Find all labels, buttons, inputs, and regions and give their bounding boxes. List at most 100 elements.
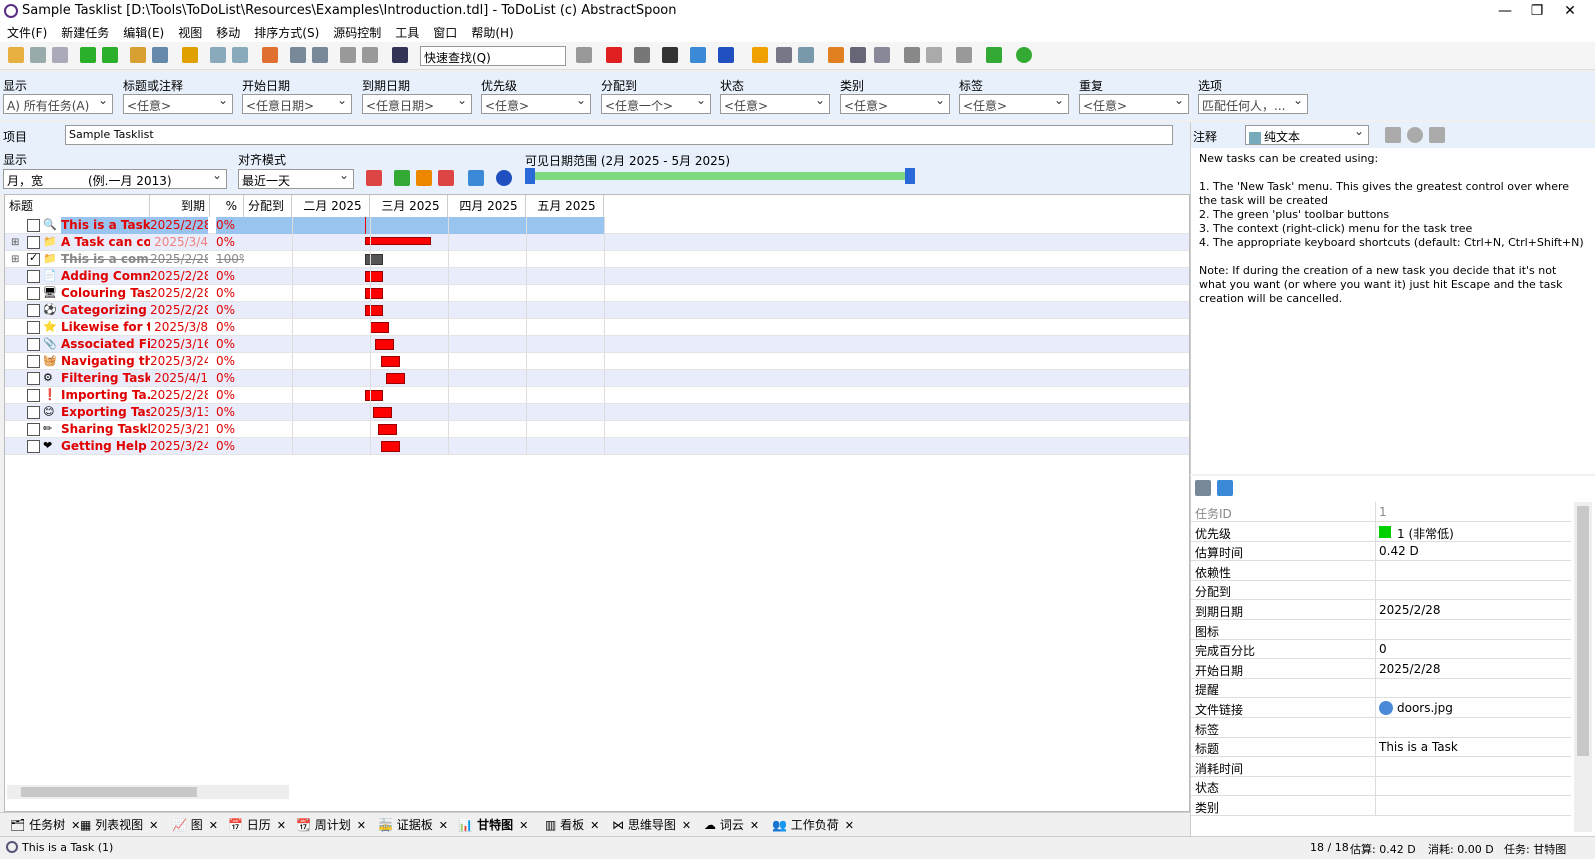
menu-sort[interactable]: 排序方式(S) [247, 22, 326, 43]
lightning-icon[interactable] [926, 47, 942, 63]
menu-move[interactable]: 移动 [209, 22, 247, 43]
restore-button[interactable]: ❐ [1522, 2, 1552, 20]
gantt-help-icon[interactable] [496, 170, 512, 186]
gantt-bar[interactable] [375, 339, 395, 350]
gantt-bar[interactable] [364, 254, 384, 265]
menu-file[interactable]: 文件(F) [0, 22, 54, 43]
globe-icon[interactable] [1016, 47, 1032, 63]
gantt-bar[interactable] [370, 322, 389, 333]
task-checkbox[interactable] [27, 219, 40, 232]
task-row[interactable]: ⊞ ✓📁 This is a com...2025/2/28 100% [5, 251, 1189, 268]
task-row[interactable]: 😊 Exporting Tas...2025/3/13 0% [5, 404, 1189, 421]
back-arrow-icon[interactable] [340, 47, 356, 63]
gantt-bar[interactable] [364, 271, 384, 282]
date-range-start-handle[interactable] [525, 168, 535, 184]
date-range-slider-track[interactable] [530, 172, 910, 180]
find-binoculars-icon[interactable] [392, 47, 408, 63]
fullscreen-icon[interactable] [262, 47, 278, 63]
property-row[interactable]: 状态 [1191, 776, 1571, 797]
task-milestone[interactable] [364, 217, 366, 234]
task-checkbox[interactable]: ✓ [27, 251, 40, 266]
menu-edit[interactable]: 编辑(E) [116, 22, 171, 43]
tab-close-icon[interactable]: ✕ [71, 819, 80, 832]
task-checkbox[interactable] [27, 321, 40, 334]
property-value[interactable]: doors.jpg [1397, 701, 1453, 715]
task-title[interactable]: Categorizing ... [61, 302, 150, 319]
filter-show-select[interactable]: A) 所有任务(A) [3, 94, 113, 114]
gantt-bar[interactable] [372, 407, 392, 418]
filter-recur-select[interactable]: <任意> [1079, 94, 1189, 114]
task-title[interactable]: Filtering Tasks [61, 370, 150, 387]
tab-gantt[interactable]: 📊 甘特图 ✕ [458, 815, 528, 835]
task-title[interactable]: Associated Fil... [61, 336, 150, 353]
filter-alloc-select[interactable]: <任意一个> [601, 94, 711, 114]
task-row[interactable]: 🧺 Navigating th...2025/3/24 0% [5, 353, 1189, 370]
tab-close-icon[interactable]: ✕ [277, 819, 286, 832]
add-dependency-icon[interactable] [394, 170, 410, 186]
save-all-icon[interactable] [52, 47, 68, 63]
filter-options-select[interactable]: 匹配任何人，... [1198, 94, 1308, 114]
task-row[interactable]: ✏ Sharing Taskl...2025/3/21 0% [5, 421, 1189, 438]
delete-icon[interactable] [606, 47, 622, 63]
filter-start-select[interactable]: <任意日期> [242, 94, 352, 114]
flag-icon[interactable] [828, 47, 844, 63]
minimize-button[interactable]: — [1490, 2, 1520, 20]
tab-task-tree[interactable]: 🗂 任务树 ✕ [10, 815, 80, 835]
task-title[interactable]: Likewise for t... [61, 319, 150, 336]
new-task-icon[interactable] [80, 47, 96, 63]
delete-dependency-icon[interactable] [438, 170, 454, 186]
sort-category-icon[interactable] [1195, 480, 1211, 496]
property-row[interactable]: 完成百分比 0 [1191, 639, 1571, 660]
quick-find-input[interactable]: 快速查找(Q) [420, 46, 566, 66]
property-row[interactable]: 类别 [1191, 796, 1571, 816]
menu-help[interactable]: 帮助(H) [464, 22, 520, 43]
property-value[interactable]: 0 [1379, 642, 1387, 656]
undo-icon[interactable] [210, 47, 226, 63]
gantt-bar[interactable] [386, 373, 405, 384]
property-row[interactable]: 文件链接 doors.jpg [1191, 698, 1571, 718]
menu-new-task[interactable]: 新建任务 [54, 22, 116, 43]
property-row[interactable]: 优先级 1 (非常低) [1191, 521, 1571, 542]
task-row[interactable]: 📄 Adding Comm...2025/2/28 0% [5, 268, 1189, 285]
filter-status-select[interactable]: <任意> [720, 94, 830, 114]
tab-calendar[interactable]: 📅 日历 ✕ [228, 815, 286, 835]
gantt-bar[interactable] [380, 356, 400, 367]
reminder-bell-icon[interactable] [182, 47, 198, 63]
gantt-bar[interactable] [378, 424, 397, 435]
tools-icon[interactable] [874, 47, 890, 63]
tab-close-icon[interactable]: ✕ [439, 819, 448, 832]
task-checkbox[interactable] [27, 287, 40, 300]
filter-category-select[interactable]: <任意> [840, 94, 950, 114]
move-up-icon[interactable] [576, 47, 592, 63]
notes-icon[interactable] [152, 47, 168, 63]
task-row[interactable]: 🔍 This is a Task 2025/2/28 0% [5, 217, 1189, 234]
tab-close-icon[interactable]: ✕ [519, 819, 528, 832]
task-title[interactable]: This is a Task [61, 217, 150, 234]
properties-scrollbar[interactable] [1574, 502, 1592, 832]
property-row[interactable]: 到期日期 2025/2/28 [1191, 600, 1571, 620]
filter-title-input[interactable]: <任意> [123, 94, 233, 114]
task-row[interactable]: ⊞ 📁 A Task can co... 2025/3/4 0% [5, 234, 1189, 251]
task-row[interactable]: ⚽ Categorizing ...2025/2/28 0% [5, 302, 1189, 319]
expand-icon[interactable]: ⊞ [11, 251, 19, 268]
tab-close-icon[interactable]: ✕ [750, 819, 759, 832]
filter-due-select[interactable]: <任意日期> [362, 94, 472, 114]
property-row[interactable]: 依赖性 [1191, 560, 1571, 581]
edit-dependency-icon[interactable] [416, 170, 432, 186]
property-row[interactable]: 图标 [1191, 619, 1571, 640]
expand-icon[interactable] [312, 47, 328, 63]
tag-icon[interactable] [986, 47, 1002, 63]
task-row[interactable]: ⭐ Likewise for t... 2025/3/8 0% [5, 319, 1189, 336]
notes-copy-icon[interactable] [1429, 127, 1445, 143]
task-title[interactable]: Navigating th... [61, 353, 150, 370]
task-title[interactable]: This is a com... [61, 251, 150, 268]
task-checkbox[interactable] [27, 372, 40, 385]
task-checkbox[interactable] [27, 338, 40, 351]
filter-priority-select[interactable]: <任意> [481, 94, 591, 114]
property-row[interactable]: 标题 This is a Task [1191, 737, 1571, 758]
property-value[interactable]: 0.42 D [1379, 544, 1419, 558]
forward-arrow-icon[interactable] [362, 47, 378, 63]
menu-view[interactable]: 视图 [171, 22, 209, 43]
property-value[interactable]: This is a Task [1379, 740, 1458, 754]
task-title[interactable]: Sharing Taskl... [61, 421, 150, 438]
